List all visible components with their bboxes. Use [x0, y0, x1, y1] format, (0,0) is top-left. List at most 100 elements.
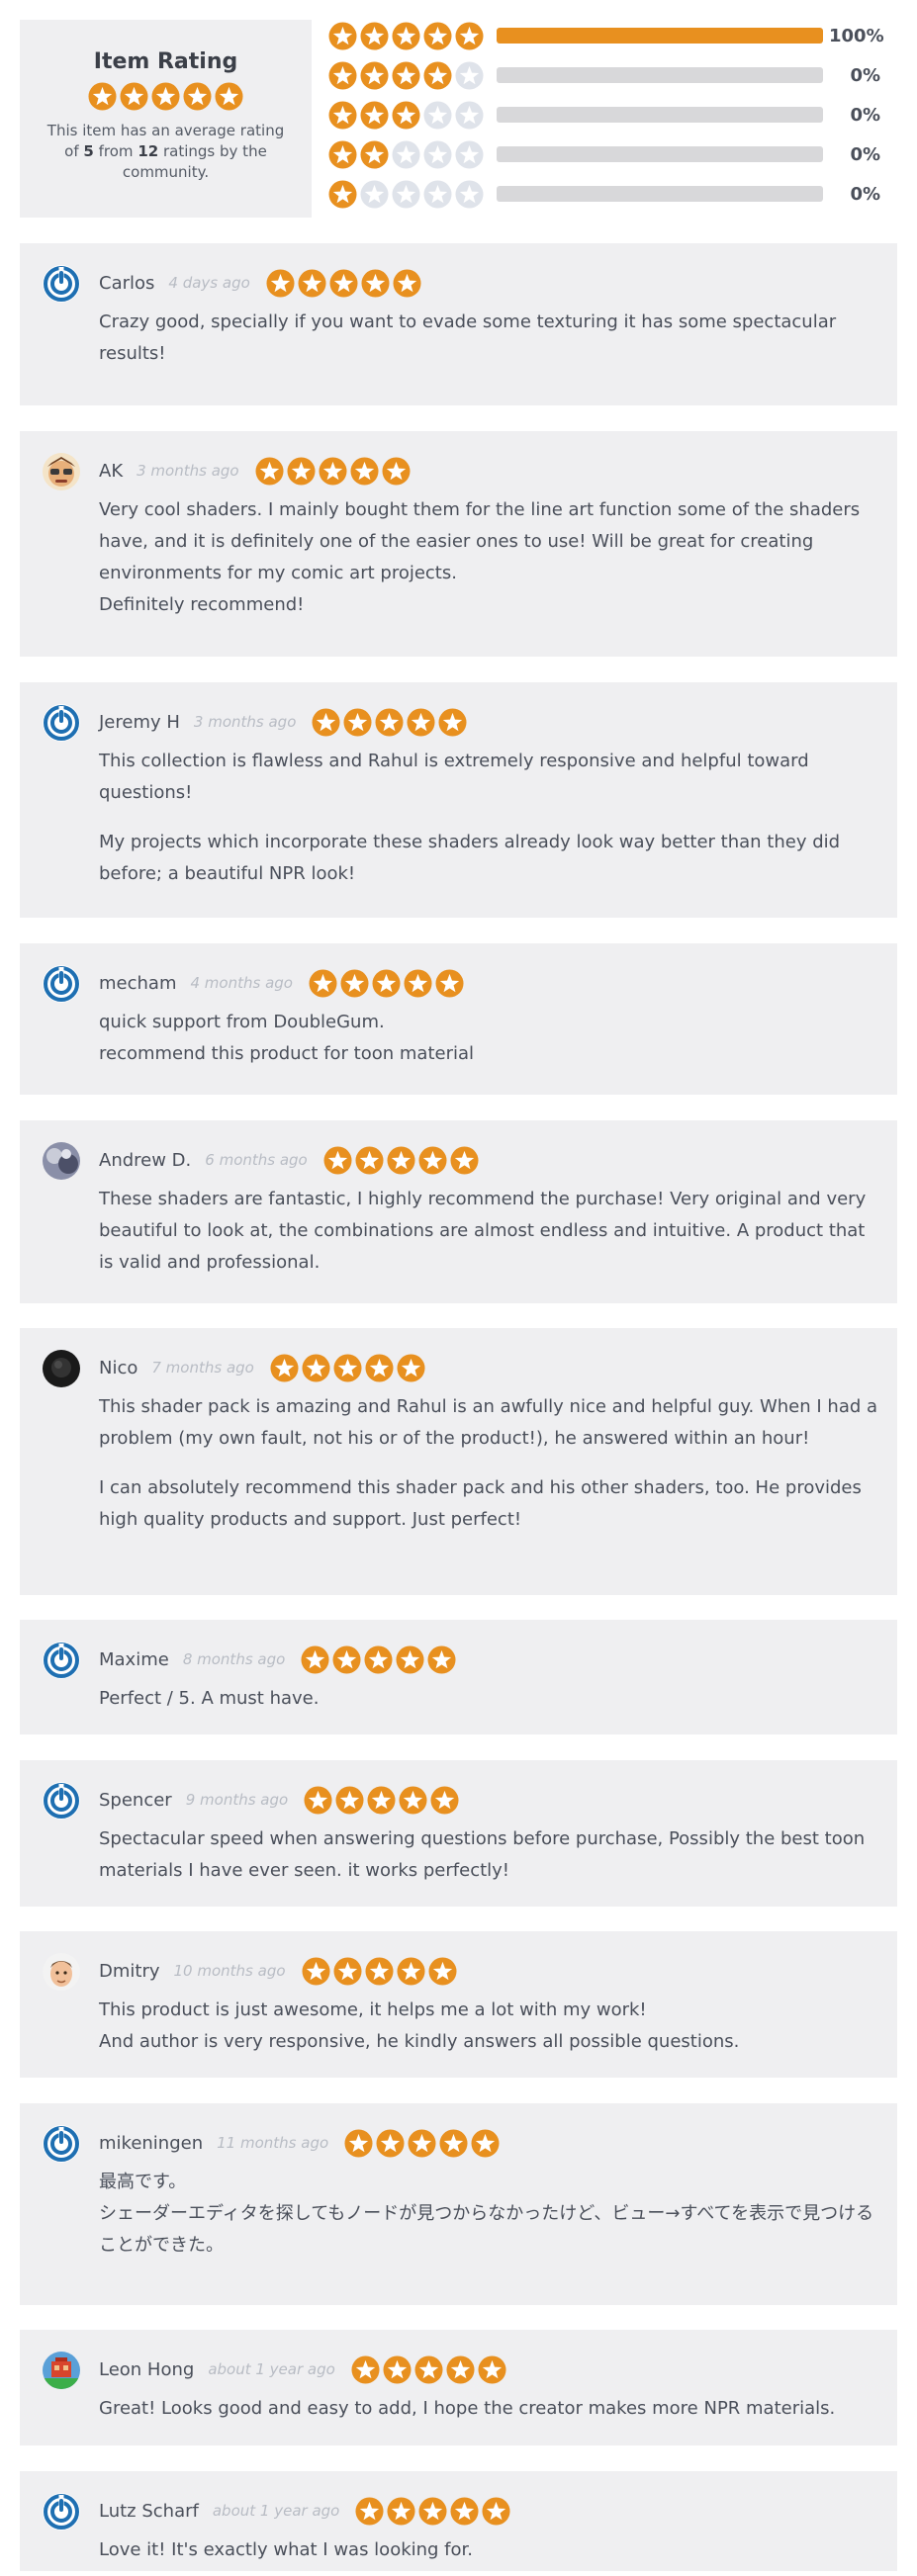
- review-header: mecham 4 months ago: [99, 968, 464, 998]
- review-header: Leon Hong about 1 year ago: [99, 2354, 506, 2384]
- reviewer-name[interactable]: AK: [99, 461, 123, 482]
- star-filled-icon: [414, 2354, 443, 2384]
- star-filled-icon: [365, 1353, 394, 1382]
- review-header: Maxime 8 months ago: [99, 1644, 456, 1674]
- review-timestamp: 9 months ago: [185, 1791, 289, 1809]
- star-filled-icon: [304, 1785, 332, 1815]
- review-header: Dmitry 10 months ago: [99, 1956, 457, 1986]
- blender-logo-icon[interactable]: [43, 1642, 80, 1679]
- reviewer-name[interactable]: Lutz Scharf: [99, 2501, 199, 2522]
- star-empty-icon: [455, 139, 484, 169]
- review-rating-stars: [351, 2354, 506, 2384]
- star-filled-icon: [335, 1785, 364, 1815]
- star-filled-icon: [266, 268, 295, 298]
- review-body: This product is just awesome, it helps m…: [99, 1995, 880, 2058]
- star-filled-icon: [423, 60, 452, 90]
- reviewer-name[interactable]: Jeremy H: [99, 712, 180, 733]
- reviewer-name[interactable]: Spencer: [99, 1790, 172, 1811]
- star-filled-icon: [387, 2496, 415, 2526]
- rating-bar-track: [497, 107, 823, 123]
- star-filled-icon: [215, 82, 243, 111]
- review-card: Maxime 8 months ago Perfect / 5. A must ha…: [20, 1620, 897, 1734]
- avatar[interactable]: [43, 1142, 80, 1180]
- avatar[interactable]: [43, 1953, 80, 1991]
- star-filled-icon: [450, 1145, 479, 1175]
- star-filled-icon: [88, 82, 117, 111]
- review-rating-stars: [302, 1956, 457, 1986]
- review-timestamp: 10 months ago: [173, 1962, 286, 1980]
- star-filled-icon: [312, 707, 340, 737]
- star-filled-icon: [428, 1956, 457, 1986]
- star-filled-icon: [360, 100, 389, 130]
- review-body: Crazy good, specially if you want to eva…: [99, 307, 880, 370]
- star-filled-icon: [328, 179, 357, 209]
- avatar[interactable]: [43, 2352, 80, 2389]
- review-timestamp: 7 months ago: [151, 1359, 254, 1377]
- reviewer-name[interactable]: Leon Hong: [99, 2359, 194, 2380]
- review-rating-stars: [266, 268, 421, 298]
- star-filled-icon: [387, 1145, 415, 1175]
- review-header: Spencer 9 months ago: [99, 1785, 459, 1815]
- review-timestamp: 8 months ago: [182, 1650, 286, 1668]
- rating-bar-percent: 0%: [850, 104, 880, 126]
- review-timestamp: 3 months ago: [193, 713, 297, 731]
- review-paragraph: Very cool shaders. I mainly bought them …: [99, 499, 861, 615]
- blender-logo-icon[interactable]: [43, 965, 80, 1003]
- star-filled-icon: [287, 456, 316, 486]
- review-paragraph: 最高です。 シェーダーエディタを探してもノードが見つからなかったけど、ビュー→すべ…: [99, 2172, 874, 2256]
- review-rating-stars: [312, 707, 467, 737]
- star-filled-icon: [344, 2128, 373, 2158]
- star-filled-icon: [255, 456, 284, 486]
- reviewer-name[interactable]: Nico: [99, 1358, 138, 1378]
- blender-logo-icon[interactable]: [43, 704, 80, 742]
- rating-bar-row: 0%: [328, 100, 897, 130]
- review-rating-stars: [270, 1353, 425, 1382]
- star-filled-icon: [430, 1785, 459, 1815]
- blender-logo-icon[interactable]: [43, 265, 80, 303]
- star-filled-icon: [439, 2128, 468, 2158]
- star-filled-icon: [340, 968, 369, 998]
- rating-bar-percent: 100%: [829, 25, 884, 46]
- star-filled-icon: [328, 60, 357, 90]
- avatar[interactable]: [43, 1350, 80, 1387]
- star-filled-icon: [418, 1145, 447, 1175]
- star-filled-icon: [399, 1785, 427, 1815]
- review-header: Nico 7 months ago: [99, 1353, 425, 1382]
- review-paragraph: These shaders are fantastic, I highly re…: [99, 1189, 867, 1273]
- rating-bar-row: 100%: [328, 21, 897, 50]
- blender-logo-icon[interactable]: [43, 2125, 80, 2163]
- star-filled-icon: [328, 21, 357, 50]
- reviewer-name[interactable]: Andrew D.: [99, 1150, 191, 1171]
- star-filled-icon: [407, 707, 435, 737]
- blender-logo-icon[interactable]: [43, 2493, 80, 2531]
- reviewer-name[interactable]: Dmitry: [99, 1961, 160, 1982]
- star-filled-icon: [397, 1956, 425, 1986]
- review-body: This shader pack is amazing and Rahul is…: [99, 1391, 880, 1536]
- star-filled-icon: [351, 2354, 380, 2384]
- review-paragraph: Spectacular speed when answering questio…: [99, 1828, 866, 1881]
- avatar[interactable]: [43, 453, 80, 490]
- rating-bar-stars: [328, 139, 495, 169]
- star-filled-icon: [360, 21, 389, 50]
- star-filled-icon: [478, 2354, 506, 2384]
- reviewer-name[interactable]: mikeningen: [99, 2133, 203, 2154]
- rating-summary-title: Item Rating: [93, 49, 238, 74]
- review-body: Very cool shaders. I mainly bought them …: [99, 494, 880, 621]
- rating-bar-fill: [497, 28, 823, 44]
- average-rating-stars: [20, 82, 312, 111]
- review-card: Lutz Scharf about 1 year ago Love it! It's…: [20, 2471, 897, 2571]
- star-filled-icon: [120, 82, 148, 111]
- star-filled-icon: [309, 968, 337, 998]
- review-timestamp: 6 months ago: [205, 1151, 308, 1169]
- review-paragraph: quick support from DoubleGum. recommend t…: [99, 1012, 475, 1064]
- star-filled-icon: [392, 100, 420, 130]
- reviewer-name[interactable]: Carlos: [99, 273, 154, 294]
- review-body: quick support from DoubleGum. recommend t…: [99, 1007, 880, 1070]
- star-filled-icon: [375, 707, 404, 737]
- rating-bar-stars: [328, 179, 495, 209]
- blender-logo-icon[interactable]: [43, 1782, 80, 1820]
- reviewer-name[interactable]: Maxime: [99, 1649, 169, 1670]
- star-filled-icon: [427, 1644, 456, 1674]
- review-card: Spencer 9 months ago Spectacular speed whe…: [20, 1760, 897, 1907]
- reviewer-name[interactable]: mecham: [99, 973, 176, 994]
